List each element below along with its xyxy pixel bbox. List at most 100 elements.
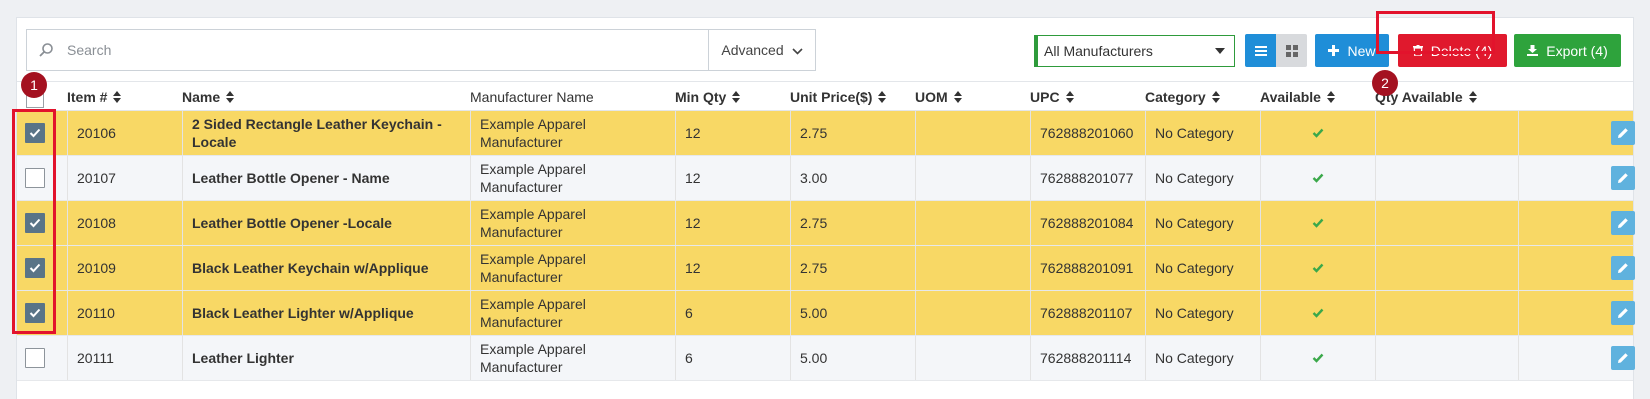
item-number-cell: 20107 bbox=[67, 156, 182, 200]
table-row[interactable]: 20106 2 Sided Rectangle Leather Keychain … bbox=[17, 111, 1635, 156]
check-icon bbox=[1312, 263, 1324, 273]
category-cell: No Category bbox=[1145, 336, 1260, 380]
column-header-uom[interactable]: UOM bbox=[915, 82, 962, 111]
row-checkbox-cell bbox=[25, 336, 59, 380]
edit-button[interactable] bbox=[1611, 121, 1635, 145]
column-header-name[interactable]: Name bbox=[182, 82, 235, 111]
column-header-upc[interactable]: UPC bbox=[1030, 82, 1074, 111]
category-cell: No Category bbox=[1145, 111, 1260, 155]
column-header-unit-price[interactable]: Unit Price($) bbox=[790, 82, 887, 111]
caret-down-icon bbox=[1215, 48, 1225, 54]
pencil-icon bbox=[1618, 308, 1628, 318]
actions-cell bbox=[1518, 156, 1635, 200]
item-number-cell: 20106 bbox=[67, 111, 182, 155]
qty-available-cell bbox=[1375, 111, 1518, 155]
column-header-label: Available bbox=[1260, 88, 1321, 105]
unit-price-cell: 5.00 bbox=[790, 291, 915, 335]
list-view-button[interactable] bbox=[1245, 34, 1276, 67]
delete-highlight-box bbox=[1376, 11, 1495, 54]
column-header-min-qty[interactable]: Min Qty bbox=[675, 82, 741, 111]
table-row[interactable]: 20108 Leather Bottle Opener -Locale Exampl… bbox=[17, 201, 1635, 246]
search-input[interactable] bbox=[65, 31, 708, 69]
upc-cell: 762888201084 bbox=[1030, 201, 1145, 245]
uom-cell bbox=[915, 246, 1030, 290]
column-header-label: Name bbox=[182, 88, 221, 105]
category-cell: No Category bbox=[1145, 291, 1260, 335]
export-button[interactable]: Export (4) bbox=[1514, 34, 1621, 67]
min-qty-cell: 6 bbox=[675, 291, 790, 335]
min-qty-cell: 6 bbox=[675, 336, 790, 380]
available-cell bbox=[1260, 201, 1375, 245]
table-row[interactable]: 20109 Black Leather Keychain w/Applique Ex… bbox=[17, 246, 1635, 291]
edit-button[interactable] bbox=[1611, 166, 1635, 190]
check-icon bbox=[1312, 308, 1324, 318]
qty-available-cell bbox=[1375, 336, 1518, 380]
plus-icon bbox=[1328, 45, 1340, 56]
edit-button[interactable] bbox=[1611, 211, 1635, 235]
available-cell bbox=[1260, 246, 1375, 290]
item-number-cell: 20111 bbox=[67, 336, 182, 380]
actions-cell bbox=[1518, 336, 1635, 380]
check-icon bbox=[1312, 218, 1324, 228]
sort-icon bbox=[1326, 90, 1335, 103]
table-row[interactable]: 20110 Black Leather Lighter w/Applique Exa… bbox=[17, 291, 1635, 336]
min-qty-cell: 12 bbox=[675, 201, 790, 245]
column-header-item[interactable]: Item # bbox=[67, 82, 122, 111]
product-name-cell: Leather Lighter bbox=[182, 336, 470, 380]
sort-icon bbox=[1211, 90, 1220, 103]
grid-view-button[interactable] bbox=[1276, 34, 1307, 67]
row-checkbox[interactable] bbox=[25, 348, 45, 368]
advanced-search-button[interactable]: Advanced bbox=[708, 30, 815, 70]
item-number-cell: 20108 bbox=[67, 201, 182, 245]
manufacturer-cell: Example Apparel Manufacturer bbox=[470, 156, 675, 200]
manufacturer-cell: Example Apparel Manufacturer bbox=[470, 111, 675, 155]
qty-available-cell bbox=[1375, 291, 1518, 335]
available-cell bbox=[1260, 291, 1375, 335]
actions-cell bbox=[1518, 246, 1635, 290]
uom-cell bbox=[915, 291, 1030, 335]
edit-button[interactable] bbox=[1611, 301, 1635, 325]
available-cell bbox=[1260, 336, 1375, 380]
advanced-search-label: Advanced bbox=[721, 42, 784, 58]
available-cell bbox=[1260, 111, 1375, 155]
grid-view-icon bbox=[1285, 44, 1298, 57]
manufacturer-select-value: All Manufacturers bbox=[1044, 43, 1153, 59]
column-header-label: Item # bbox=[67, 88, 108, 105]
category-cell: No Category bbox=[1145, 246, 1260, 290]
manufacturer-select[interactable]: All Manufacturers bbox=[1034, 35, 1235, 67]
edit-button[interactable] bbox=[1611, 256, 1635, 280]
column-header-label: UOM bbox=[915, 88, 948, 105]
unit-price-cell: 2.75 bbox=[790, 246, 915, 290]
product-name-cell: Black Leather Lighter w/Applique bbox=[182, 291, 470, 335]
uom-cell bbox=[915, 201, 1030, 245]
item-number-cell: 20109 bbox=[67, 246, 182, 290]
upc-cell: 762888201107 bbox=[1030, 291, 1145, 335]
pencil-icon bbox=[1618, 218, 1628, 228]
table-row[interactable]: 20111 Leather Lighter Example Apparel Manu… bbox=[17, 336, 1635, 381]
qty-available-cell bbox=[1375, 156, 1518, 200]
table-row[interactable]: 20107 Leather Bottle Opener - Name Example… bbox=[17, 156, 1635, 201]
annotation-badge-2: 2 bbox=[1372, 70, 1398, 96]
manufacturer-cell: Example Apparel Manufacturer bbox=[470, 291, 675, 335]
unit-price-cell: 5.00 bbox=[790, 336, 915, 380]
product-name-cell: Black Leather Keychain w/Applique bbox=[182, 246, 470, 290]
pencil-icon bbox=[1618, 353, 1628, 363]
annotation-badge-1: 1 bbox=[21, 72, 47, 98]
product-name-cell: 2 Sided Rectangle Leather Keychain - Loc… bbox=[182, 111, 470, 155]
column-header-available[interactable]: Available bbox=[1260, 82, 1335, 111]
actions-cell bbox=[1518, 291, 1635, 335]
actions-cell bbox=[1518, 201, 1635, 245]
manufacturer-cell: Example Apparel Manufacturer bbox=[470, 246, 675, 290]
pencil-icon bbox=[1618, 263, 1628, 273]
checkbox-highlight-box bbox=[12, 109, 56, 334]
column-header-label: Manufacturer Name bbox=[470, 88, 594, 105]
column-header-label: UPC bbox=[1030, 88, 1060, 105]
category-cell: No Category bbox=[1145, 156, 1260, 200]
column-header-category[interactable]: Category bbox=[1145, 82, 1220, 111]
chevron-down-icon bbox=[792, 42, 803, 58]
manufacturer-cell: Example Apparel Manufacturer bbox=[470, 201, 675, 245]
download-icon bbox=[1527, 45, 1539, 56]
search-icon bbox=[27, 42, 65, 58]
edit-button[interactable] bbox=[1611, 346, 1635, 370]
sort-icon bbox=[226, 90, 235, 103]
